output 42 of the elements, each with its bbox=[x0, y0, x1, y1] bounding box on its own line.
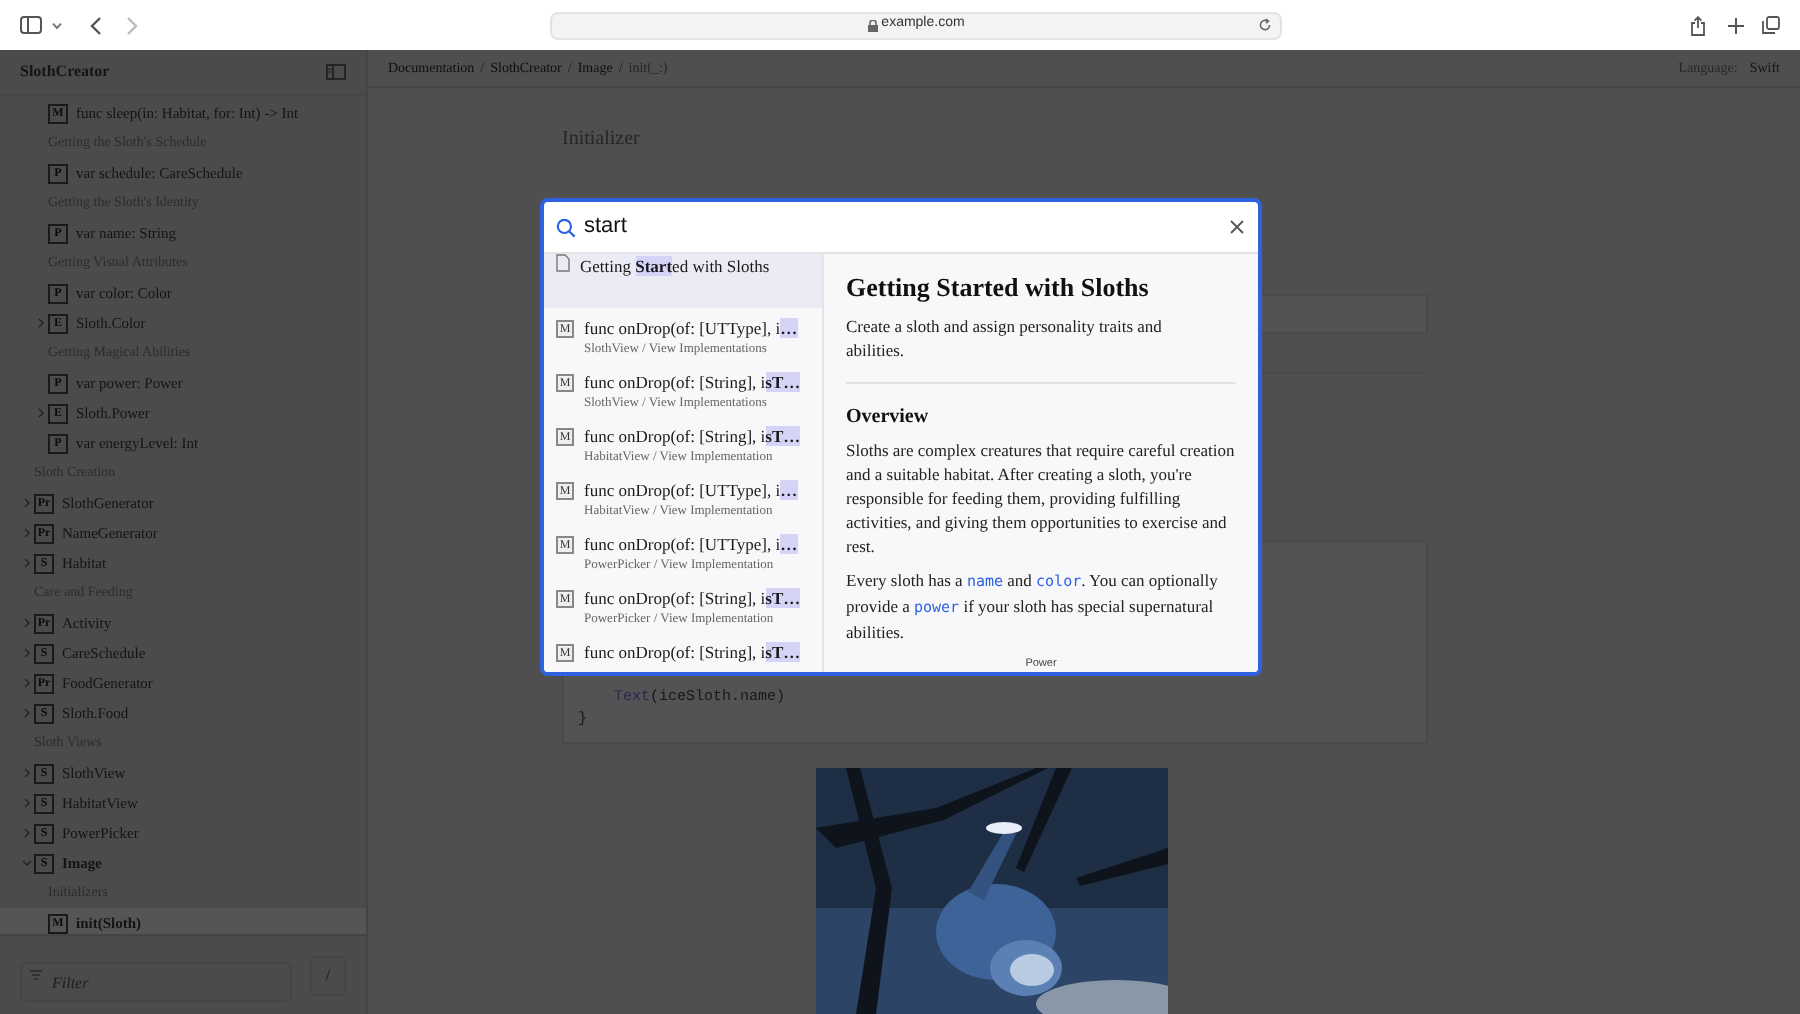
sidebar-toggle-icon[interactable] bbox=[326, 64, 346, 80]
result-title: func onDrop(of: [String], isT… bbox=[584, 424, 801, 448]
search-field[interactable]: start bbox=[584, 210, 1184, 244]
preview-abstract: Create a sloth and assign personality traits and abilities. bbox=[846, 314, 1164, 362]
preview-title: Getting Started with Sloths bbox=[846, 270, 1151, 304]
chevron-icon[interactable] bbox=[36, 408, 46, 418]
result-title: func onDrop(of: [UTType], i… bbox=[584, 532, 798, 556]
chevron-icon[interactable] bbox=[22, 528, 32, 538]
close-button[interactable] bbox=[1226, 217, 1246, 237]
search-icon bbox=[556, 217, 576, 237]
chevron-icon[interactable] bbox=[22, 828, 32, 838]
chevron-icon[interactable] bbox=[22, 498, 32, 508]
result-title: func onDrop(of: [String], isT… bbox=[584, 370, 801, 394]
chevron-icon[interactable] bbox=[22, 618, 32, 628]
share-icon[interactable] bbox=[1690, 15, 1706, 35]
chevron-icon[interactable] bbox=[22, 768, 32, 778]
result-title: func onDrop(of: [UTType], i… bbox=[584, 478, 798, 502]
plus-icon[interactable] bbox=[1728, 17, 1744, 33]
result-title: func onDrop(of: [UTType], i… bbox=[584, 316, 798, 340]
paragraph: Sloths are complex creatures that require careful creation and a suitable habitat. After creating a sloth, you're responsible for feeding them, providing fulfilling activities, and giving them opportunities to exercise and rest. bbox=[846, 438, 1236, 558]
chevron-icon[interactable] bbox=[22, 558, 32, 568]
result-title: func onDrop(of: [String], isT… bbox=[584, 586, 801, 610]
filter-icon bbox=[30, 969, 42, 979]
result-title: Getting Started with Sloths bbox=[580, 254, 770, 278]
chevron-icon[interactable] bbox=[22, 708, 32, 718]
chevron-icon[interactable] bbox=[22, 678, 32, 688]
document-icon bbox=[556, 254, 570, 272]
reload-icon[interactable] bbox=[1258, 18, 1272, 32]
chevron-icon[interactable] bbox=[22, 858, 32, 868]
sidebar-icon[interactable] bbox=[20, 16, 42, 34]
shortcut-key[interactable]: / bbox=[310, 955, 346, 995]
chevron-icon[interactable] bbox=[36, 318, 46, 328]
tabs-icon[interactable] bbox=[1762, 16, 1780, 34]
chevron-icon[interactable] bbox=[22, 798, 32, 808]
forward-icon[interactable] bbox=[126, 15, 138, 35]
section-heading: Overview bbox=[846, 404, 931, 432]
chevron-icon[interactable] bbox=[22, 648, 32, 658]
back-icon[interactable] bbox=[90, 15, 102, 35]
chevron-down-icon[interactable] bbox=[52, 21, 62, 29]
result-title: func onDrop(of: [String], isT… bbox=[584, 640, 801, 664]
search-result[interactable]: Getting Started with Sloths bbox=[544, 254, 822, 308]
lock-icon bbox=[867, 19, 878, 31]
